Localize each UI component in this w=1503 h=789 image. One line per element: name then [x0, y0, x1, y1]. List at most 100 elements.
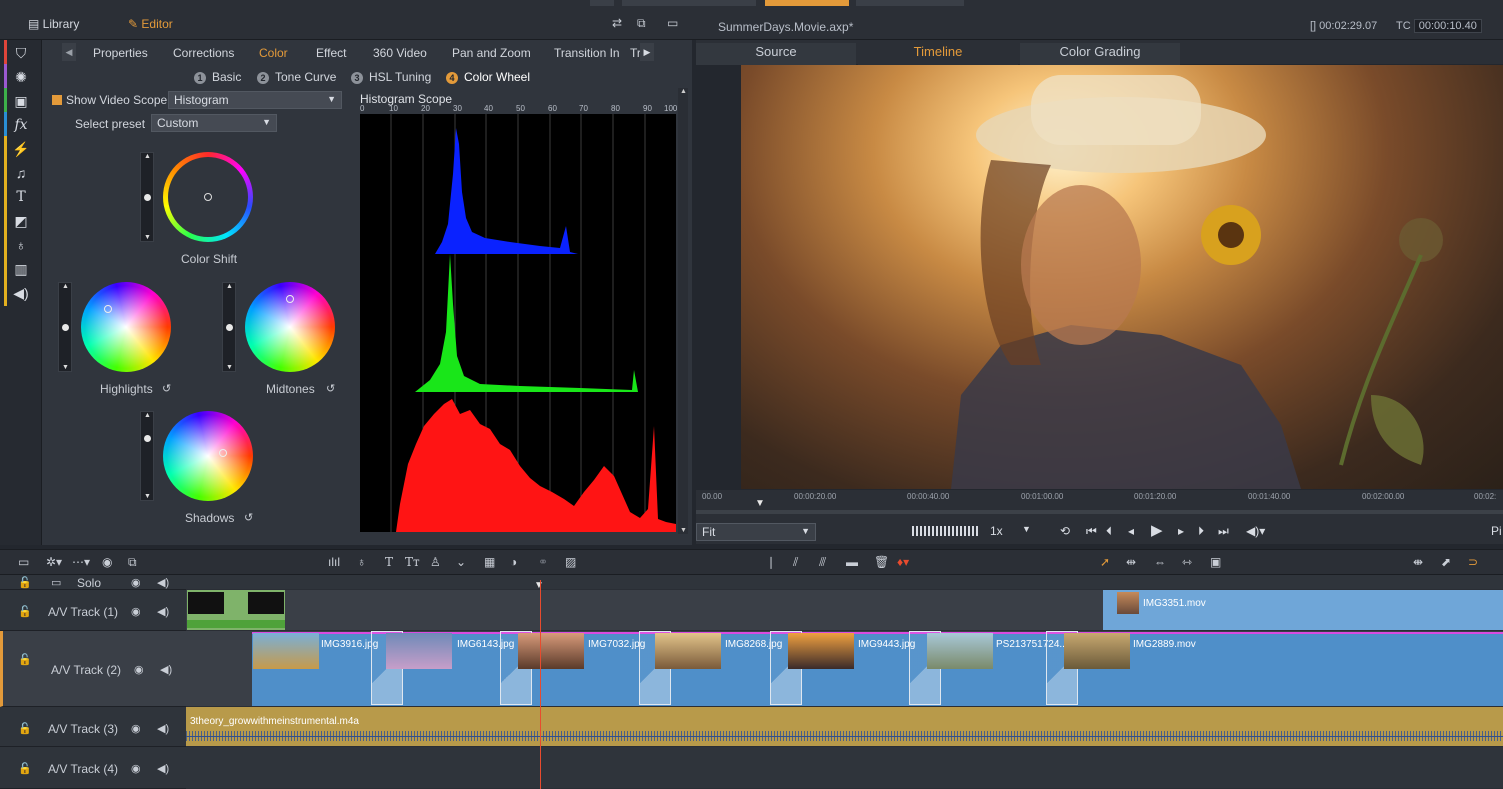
slider-up-icon[interactable]: ▲: [226, 283, 233, 290]
lock-icon[interactable]: 🔓: [18, 762, 32, 775]
step-forward-icon[interactable]: ▸: [1178, 524, 1184, 538]
clip-img3351[interactable]: IMG3351.mov: [1103, 590, 1503, 630]
lock-icon[interactable]: 🔓: [18, 576, 32, 589]
swap-icon[interactable]: ⇄: [612, 16, 622, 30]
next-frame-icon[interactable]: ⏵: [1198, 524, 1204, 539]
delete-icon[interactable]: 🗑: [874, 555, 889, 569]
multi-split-icon[interactable]: ⫻: [819, 555, 826, 570]
clip-label[interactable]: IMG3916.jpg: [321, 639, 378, 650]
slider-knob[interactable]: [144, 194, 151, 201]
volume-icon[interactable]: ◀)▾: [1246, 524, 1265, 538]
lock-icon[interactable]: 🔓: [18, 605, 32, 618]
settings-icon[interactable]: ✲▾: [46, 555, 62, 569]
tab-color-grading[interactable]: Color Grading: [1020, 43, 1180, 65]
grid-icon[interactable]: ▦: [484, 555, 495, 569]
color-palette-icon[interactable]: ✺: [12, 68, 30, 86]
magnet-icon[interactable]: ⊃: [1468, 555, 1478, 569]
visibility-icon[interactable]: ◉: [131, 576, 141, 589]
highlights-wheel[interactable]: [81, 282, 171, 372]
clip-label[interactable]: IMG2889.mov: [1133, 639, 1196, 650]
previous-frame-icon[interactable]: ⏴: [1106, 524, 1112, 539]
slider-up-icon[interactable]: ▲: [62, 283, 69, 290]
wheel-handle[interactable]: [204, 193, 212, 201]
visibility-icon[interactable]: ◉: [131, 762, 141, 775]
track-options-icon[interactable]: ⋯▾: [72, 555, 90, 569]
midtones-slider[interactable]: ▲ ▼: [222, 282, 236, 372]
play-icon[interactable]: ▶: [1151, 521, 1163, 539]
slider-down-icon[interactable]: ▼: [226, 364, 233, 371]
audio-volume-line[interactable]: [186, 736, 1503, 737]
timecode-display[interactable]: TC 00:00:10.40: [1396, 19, 1482, 33]
timecode-value[interactable]: 00:00:10.40: [1413, 19, 1482, 33]
tab-properties[interactable]: Properties: [93, 46, 148, 60]
tab-corrections[interactable]: Corrections: [173, 46, 234, 60]
reset-icon[interactable]: ↺: [244, 511, 253, 524]
step-back-icon[interactable]: ◂: [1128, 524, 1134, 538]
track-name[interactable]: A/V Track (4): [48, 762, 118, 776]
color-tab-basic[interactable]: 1 Basic: [194, 70, 241, 84]
razor-icon[interactable]: ❘: [766, 555, 776, 569]
scope-type-dropdown[interactable]: Histogram ▼: [168, 91, 342, 109]
speaker-icon[interactable]: ◀): [160, 663, 172, 676]
audio-mixer-icon[interactable]: ılıl: [328, 555, 340, 569]
speaker-icon[interactable]: ◀): [12, 284, 30, 302]
speaker-icon[interactable]: ◀): [157, 762, 169, 775]
color-tool-icon[interactable]: ◑: [510, 555, 517, 569]
shadows-wheel[interactable]: [163, 411, 253, 501]
color-tab-hsl-tuning[interactable]: 3 HSL Tuning: [351, 70, 431, 84]
slide-tool-icon[interactable]: ⇿: [1182, 555, 1192, 569]
tab-transition-in[interactable]: Transition In: [554, 46, 620, 60]
clip-label[interactable]: IMG7032.jpg: [588, 639, 645, 650]
show-video-scope-checkbox[interactable]: Show Video Scope: [52, 93, 167, 107]
preset-dropdown[interactable]: Custom ▼: [151, 114, 277, 132]
visibility-icon[interactable]: ◉: [131, 722, 141, 735]
pointer-tool-icon[interactable]: ➚: [1100, 555, 1110, 569]
detach-icon[interactable]: ⧉: [637, 16, 646, 31]
library-tab[interactable]: ▤ Library: [28, 17, 79, 31]
tab-pan-and-zoom[interactable]: Pan and Zoom: [452, 46, 531, 60]
slider-down-icon[interactable]: ▼: [144, 493, 151, 500]
scrubber-track[interactable]: [696, 510, 1503, 514]
go-to-start-icon[interactable]: ⏮: [1086, 524, 1097, 539]
marker-icon[interactable]: ♙: [430, 555, 441, 569]
color-shift-slider[interactable]: ▲ ▼: [140, 152, 154, 242]
slider-knob[interactable]: [144, 435, 151, 442]
lock-icon[interactable]: 🔓: [18, 653, 32, 666]
track-name[interactable]: A/V Track (2): [51, 663, 121, 677]
tab-color[interactable]: Color: [259, 46, 288, 60]
scroll-up-icon[interactable]: ▲: [680, 88, 687, 95]
image-icon[interactable]: ▨: [565, 555, 576, 569]
shadows-slider[interactable]: ▲ ▼: [140, 411, 154, 501]
zoom-timeline-icon[interactable]: ⇼: [1413, 555, 1423, 569]
color-tab-tone-curve[interactable]: 2 Tone Curve: [257, 70, 336, 84]
chapter-icon[interactable]: ⌄: [456, 555, 466, 569]
mask-icon[interactable]: ⛉: [12, 44, 30, 62]
marker-pin-icon[interactable]: ♦▾: [897, 555, 909, 569]
speaker-icon[interactable]: ◀): [157, 722, 169, 735]
record-icon[interactable]: ◉: [102, 555, 112, 569]
tab-source[interactable]: Source: [696, 43, 856, 65]
lock-icon[interactable]: 🔓: [18, 722, 32, 735]
slip-tool-icon[interactable]: ⇔: [1154, 555, 1166, 569]
go-to-end-icon[interactable]: ⏭: [1218, 524, 1229, 539]
playhead-line[interactable]: [540, 580, 541, 789]
split-icon[interactable]: ⫽: [793, 555, 798, 570]
layers-icon[interactable]: ▣: [12, 92, 30, 110]
playhead-handle[interactable]: ▼: [534, 580, 544, 591]
ripple-tool-icon[interactable]: ⇹: [1126, 555, 1136, 569]
media-icon[interactable]: ▬: [846, 555, 858, 569]
slider-knob[interactable]: [226, 324, 233, 331]
slider-down-icon[interactable]: ▼: [144, 234, 151, 241]
tab-360-video[interactable]: 360 Video: [373, 46, 427, 60]
speaker-icon[interactable]: ◀): [157, 605, 169, 618]
timeline-layout-icon[interactable]: ▭: [18, 555, 29, 569]
loop-icon[interactable]: ⟲: [1060, 524, 1070, 538]
audio-clip-label[interactable]: 3theory_growwithmeinstrumental.m4a: [190, 716, 359, 727]
track-name[interactable]: A/V Track (3): [48, 722, 118, 736]
graphics-icon[interactable]: ◩: [12, 212, 30, 230]
layout-icon[interactable]: ▭: [667, 16, 678, 30]
editor-tab[interactable]: ✎ Editor: [128, 17, 173, 31]
visibility-icon[interactable]: ◉: [134, 663, 144, 676]
slider-down-icon[interactable]: ▼: [62, 364, 69, 371]
snap-icon[interactable]: ⬈: [1441, 555, 1451, 569]
